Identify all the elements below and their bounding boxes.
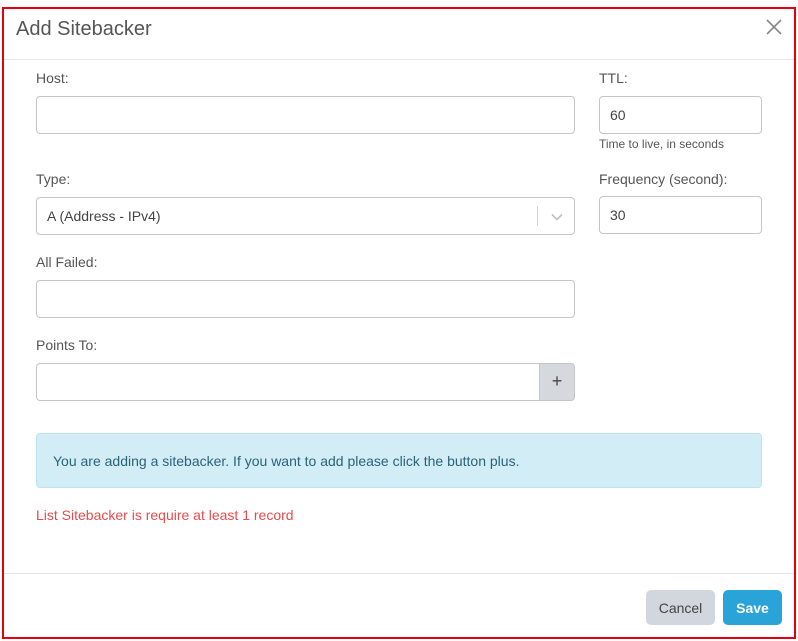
- chevron-down-icon: [551, 213, 563, 221]
- close-button[interactable]: [764, 17, 784, 37]
- add-sitebacker-dialog: Add Sitebacker Host: TTL: Time to live, …: [2, 7, 796, 639]
- points-to-label: Points To:: [36, 337, 98, 353]
- save-button[interactable]: Save: [723, 590, 782, 625]
- footer-divider: [4, 573, 794, 574]
- frequency-label: Frequency (second):: [599, 171, 728, 187]
- dialog-header: Add Sitebacker: [4, 9, 794, 60]
- all-failed-input[interactable]: [36, 280, 575, 318]
- points-to-input[interactable]: [36, 363, 539, 401]
- dialog-title: Add Sitebacker: [16, 18, 152, 40]
- type-select[interactable]: A (Address - IPv4): [36, 197, 575, 235]
- info-alert: You are adding a sitebacker. If you want…: [36, 433, 762, 488]
- info-alert-text: You are adding a sitebacker. If you want…: [53, 453, 520, 469]
- ttl-hint: Time to live, in seconds: [599, 137, 724, 151]
- select-separator: [537, 206, 538, 226]
- frequency-input[interactable]: [599, 196, 762, 234]
- add-point-button[interactable]: +: [539, 363, 575, 401]
- ttl-label: TTL:: [599, 70, 628, 86]
- host-label: Host:: [36, 70, 69, 86]
- cancel-button[interactable]: Cancel: [646, 590, 715, 625]
- type-selected-value: A (Address - IPv4): [47, 208, 161, 224]
- all-failed-label: All Failed:: [36, 254, 98, 270]
- type-label: Type:: [36, 171, 71, 187]
- close-icon: [766, 19, 782, 35]
- validation-error: List Sitebacker is require at least 1 re…: [36, 507, 294, 523]
- ttl-input[interactable]: [599, 96, 762, 134]
- host-input[interactable]: [36, 96, 575, 134]
